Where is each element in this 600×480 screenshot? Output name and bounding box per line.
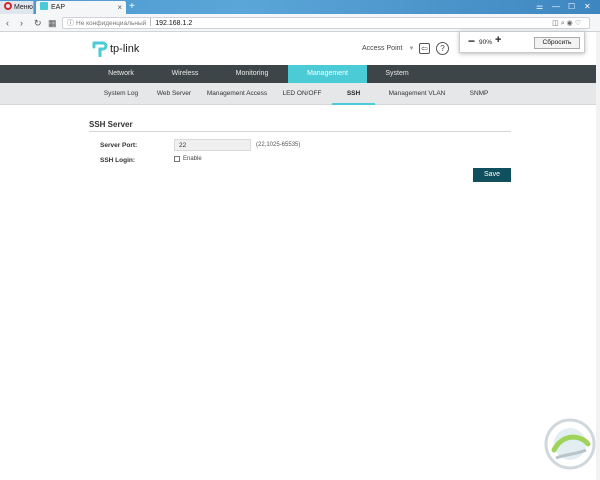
ssh-login-label: SSH Login:: [100, 157, 136, 164]
opera-menu-button[interactable]: Меню: [0, 1, 34, 14]
heart-icon[interactable]: ♡: [575, 20, 583, 27]
tab-system[interactable]: System: [367, 65, 427, 83]
brand-name: tp-link: [110, 43, 140, 55]
section-divider: [89, 131, 511, 132]
page-scrollbar[interactable]: [596, 32, 600, 480]
logout-icon[interactable]: ⇦: [419, 43, 430, 54]
back-icon[interactable]: ‹: [6, 16, 9, 30]
tab-close-icon[interactable]: ×: [117, 1, 122, 14]
mode-label: Access Point: [362, 45, 403, 52]
main-nav: Network Wireless Monitoring Management S…: [0, 65, 600, 83]
tab-eap[interactable]: EAP ×: [36, 1, 126, 14]
mode-selector[interactable]: Access Point ▼: [362, 45, 414, 52]
tab-eap-label: EAP: [51, 4, 66, 11]
help-icon[interactable]: ?: [436, 42, 449, 55]
sub-nav: System Log Web Server Management Access …: [0, 83, 600, 105]
ssh-login-enable-checkbox[interactable]: [174, 156, 180, 162]
subtab-management-vlan[interactable]: Management VLAN: [384, 83, 450, 105]
url-text: 192.168.1.2: [155, 20, 193, 27]
camera-icon[interactable]: ◫: [552, 20, 561, 27]
zoom-out-button[interactable]: −: [468, 34, 475, 48]
subtab-ssh[interactable]: SSH: [332, 83, 375, 105]
zoom-reset-button[interactable]: Сбросить: [534, 37, 580, 49]
site-watermark-icon: [544, 418, 596, 470]
save-button[interactable]: Save: [473, 168, 511, 182]
url-separator: [150, 18, 152, 26]
tplink-logo-icon: [92, 41, 108, 57]
tplink-favicon-icon: [40, 2, 48, 10]
subtab-system-log[interactable]: System Log: [98, 83, 144, 105]
maximize-icon[interactable]: ☐: [568, 0, 575, 13]
new-tab-button[interactable]: +: [129, 0, 135, 13]
server-port-input[interactable]: [174, 139, 251, 151]
address-bar: ‹ › ↻ ▦ ⓘ Не конфиденциальный 192.168.1.2 …: [0, 14, 600, 32]
server-port-label: Server Port:: [100, 142, 138, 149]
minimize-icon[interactable]: —: [552, 0, 560, 13]
subtab-led[interactable]: LED ON/OFF: [279, 83, 325, 105]
subtab-management-access[interactable]: Management Access: [203, 83, 271, 105]
security-label: Не конфиденциальный: [76, 20, 147, 27]
zoom-popup: − 90% + Сбросить: [459, 31, 585, 53]
zoom-in-button[interactable]: +: [495, 34, 501, 46]
tab-network[interactable]: Network: [84, 65, 158, 83]
speed-dial-icon[interactable]: ▦: [48, 16, 57, 30]
reload-icon[interactable]: ↻: [34, 16, 42, 30]
vpn-icon[interactable]: ◉: [567, 20, 575, 27]
server-port-hint: (22,1025-65535): [256, 142, 301, 148]
tab-management[interactable]: Management: [288, 65, 367, 83]
chevron-down-icon: ▼: [408, 46, 415, 52]
subtab-snmp[interactable]: SNMP: [463, 83, 495, 105]
opera-logo-icon: [4, 2, 12, 10]
opera-menu-label: Меню: [14, 4, 33, 11]
enable-label: Enable: [183, 156, 202, 162]
address-actions: ◫⌕◉♡: [552, 18, 583, 29]
url-field[interactable]: ⓘ Не конфиденциальный 192.168.1.2 ◫⌕◉♡: [62, 17, 590, 29]
section-title: SSH Server: [89, 120, 133, 129]
browser-titlebar: Меню EAP × + ⚌ — ☐ ✕: [0, 0, 600, 14]
window-menu-icon[interactable]: ⚌: [536, 0, 543, 13]
subtab-web-server[interactable]: Web Server: [151, 83, 197, 105]
forward-icon[interactable]: ›: [20, 16, 23, 30]
tab-monitoring[interactable]: Monitoring: [218, 65, 286, 83]
window-close-icon[interactable]: ✕: [584, 0, 591, 13]
zoom-level: 90%: [479, 39, 493, 46]
security-icon: ⓘ: [67, 20, 74, 27]
tab-wireless[interactable]: Wireless: [151, 65, 219, 83]
